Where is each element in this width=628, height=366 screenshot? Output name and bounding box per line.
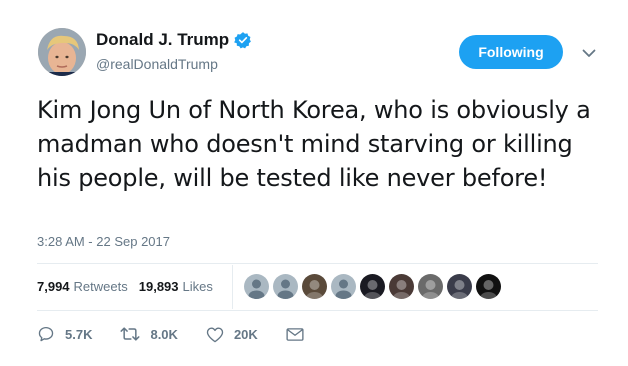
liker-avatar[interactable]	[360, 274, 385, 299]
liker-avatar[interactable]	[418, 274, 443, 299]
like-count: 20K	[233, 326, 258, 342]
author-avatar[interactable]	[38, 28, 86, 76]
retweet-icon	[120, 327, 140, 341]
chevron-down-icon[interactable]	[581, 46, 597, 60]
divider	[37, 310, 598, 311]
tweet-actions: 5.7K 8.0K 20K	[37, 325, 332, 343]
heart-icon	[206, 327, 224, 342]
retweet-button[interactable]: 8.0K	[120, 325, 178, 343]
envelope-icon	[286, 327, 304, 341]
reply-icon	[38, 326, 54, 342]
profile-avatar-image	[38, 28, 86, 76]
tweet-text: Kim Jong Un of North Korea, who is obvio…	[37, 96, 591, 192]
liker-avatar[interactable]	[244, 274, 269, 299]
liker-avatar[interactable]	[476, 274, 501, 299]
liker-avatar[interactable]	[273, 274, 298, 299]
liker-avatar[interactable]	[331, 274, 356, 299]
author-handle[interactable]: @realDonaldTrump	[96, 56, 252, 72]
tweet-timestamp[interactable]: 3:28 AM - 22 Sep 2017	[37, 234, 170, 249]
liker-avatars	[244, 274, 501, 299]
retweets-count[interactable]: 7,994	[37, 279, 70, 294]
author-display-name[interactable]: Donald J. Trump	[96, 30, 229, 50]
tweet-stats: 7,994 Retweets 19,893 Likes	[37, 279, 224, 294]
retweet-count: 8.0K	[150, 326, 178, 342]
liker-avatar[interactable]	[302, 274, 327, 299]
divider	[37, 263, 598, 264]
like-button[interactable]: 20K	[206, 326, 258, 343]
direct-message-button[interactable]	[286, 327, 304, 342]
reply-count: 5.7K	[65, 326, 93, 342]
liker-avatar[interactable]	[447, 274, 472, 299]
following-button[interactable]: Following	[459, 35, 563, 69]
likes-count[interactable]: 19,893	[139, 279, 179, 294]
verified-badge-icon	[234, 31, 252, 49]
likes-label[interactable]: Likes	[183, 279, 213, 294]
reply-button[interactable]: 5.7K	[37, 325, 92, 343]
stats-separator	[232, 265, 233, 309]
liker-avatar[interactable]	[389, 274, 414, 299]
author-info: Donald J. Trump @realDonaldTrump	[96, 30, 252, 72]
retweets-label[interactable]: Retweets	[74, 279, 128, 294]
